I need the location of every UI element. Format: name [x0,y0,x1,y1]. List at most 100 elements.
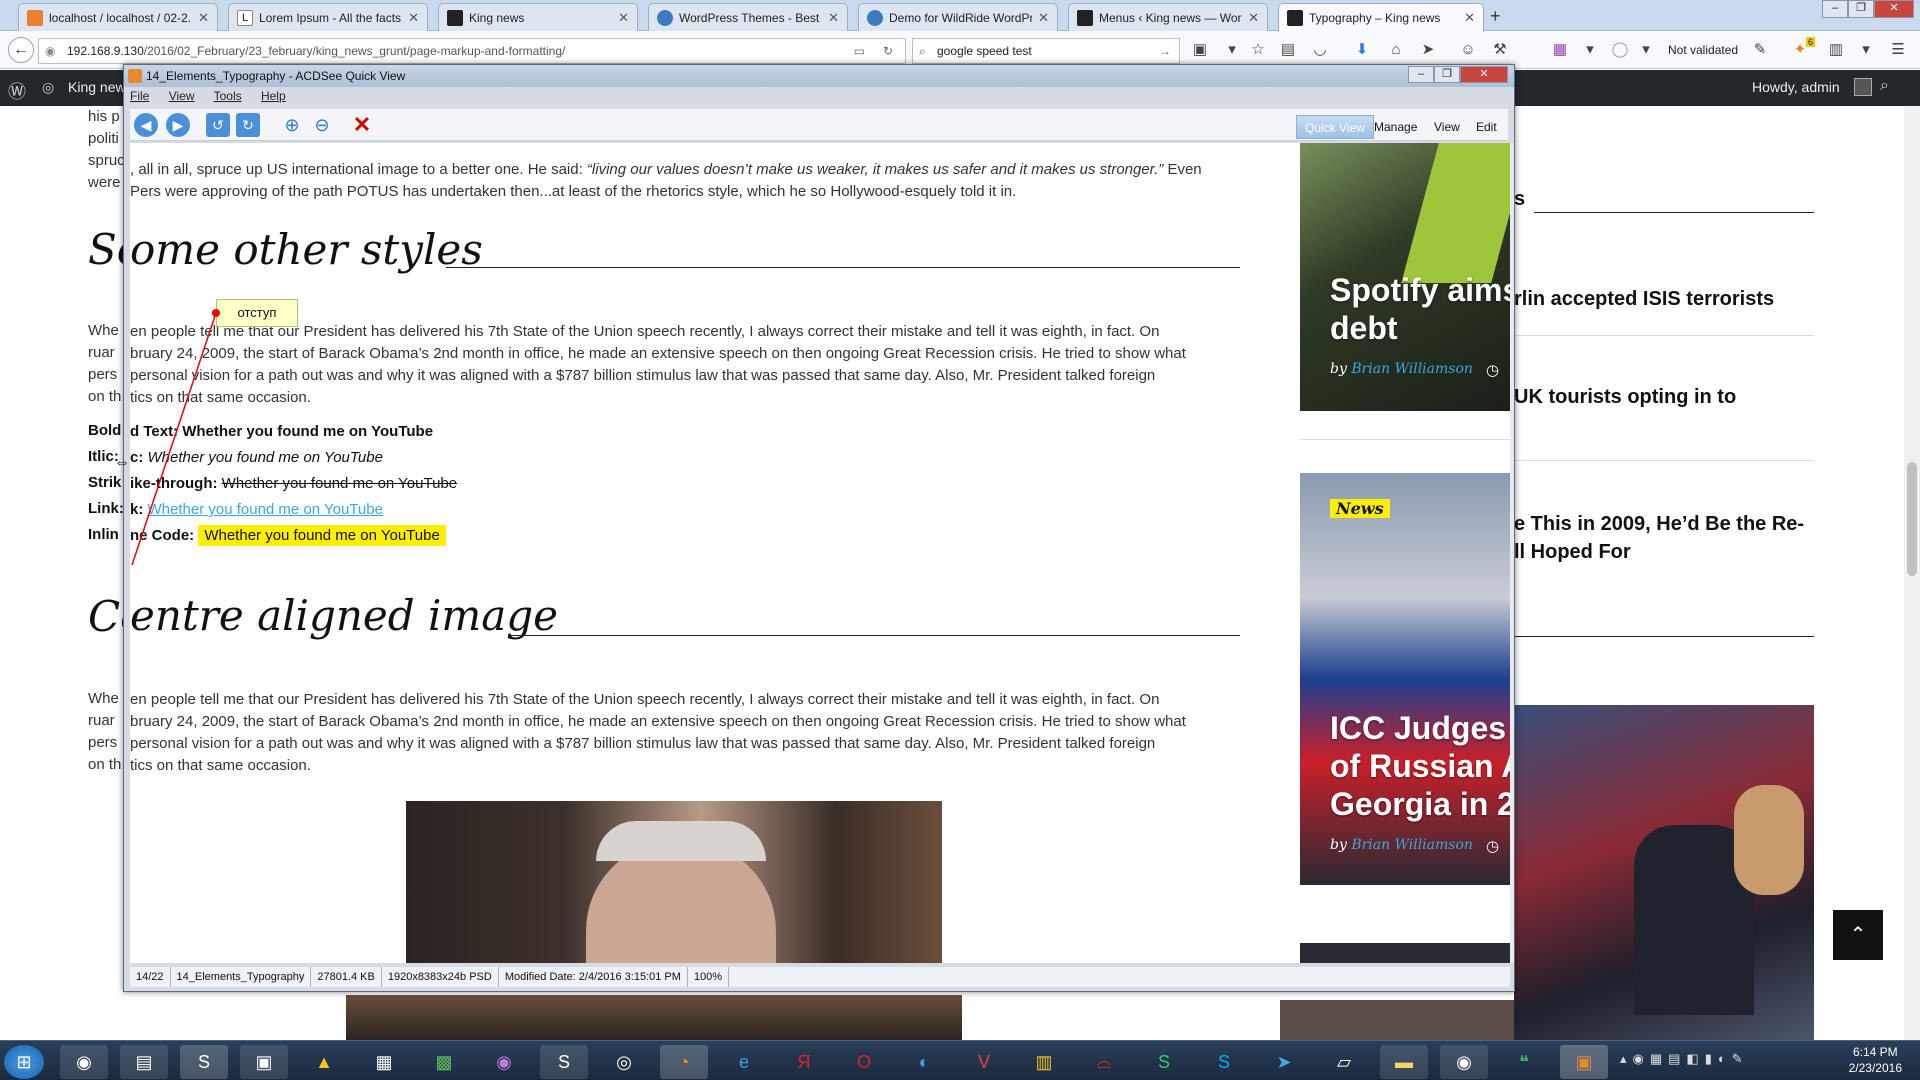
menu-help[interactable]: Help [261,89,286,103]
sublime-icon[interactable]: S [540,1045,588,1079]
app-icon[interactable]: ⌓ [1080,1045,1128,1079]
menu-view[interactable]: View [169,89,195,103]
send-icon[interactable]: ➤ [1418,40,1438,60]
dropdown-icon[interactable]: ▾ [1580,40,1600,60]
sidebar-item-title[interactable]: rlin accepted ISIS terrorists [1514,288,1774,311]
mode-quick-view[interactable]: Quick View [1296,115,1374,139]
browser-tab[interactable]: WordPress Themes - Best ... ✕ [648,3,848,31]
close-window-button[interactable]: ✕ [1460,66,1508,83]
sheet-app-icon[interactable]: ▩ [420,1045,468,1079]
browser-tab[interactable]: Menus ‹ King news — Wor... ✕ [1068,3,1268,31]
author-link[interactable]: Brian Williamson [1351,837,1473,853]
warning-app-icon[interactable]: ▲ [300,1045,348,1079]
minimize-icon[interactable]: – [1408,66,1434,83]
author-link[interactable]: Brian Williamson [1351,361,1473,377]
telegram-icon[interactable]: ➤ [1260,1045,1308,1079]
validator-icon[interactable]: ◯ [1610,40,1630,60]
rotate-right-icon[interactable]: ↻ [236,113,260,137]
clipboard-icon[interactable]: ▥ [1826,40,1846,60]
rotate-left-icon[interactable]: ↺ [206,113,230,137]
mode-manage[interactable]: Manage [1366,115,1425,139]
download-icon[interactable]: ⬇ [1352,40,1372,60]
bookmarks-list-icon[interactable]: ▤ [1278,40,1298,60]
restore-icon[interactable]: ❐ [1848,0,1874,18]
mode-edit[interactable]: Edit [1468,115,1505,139]
chrome-icon[interactable]: ◉ [1440,1045,1488,1079]
screenshot-icon[interactable]: ▣ [1190,40,1210,60]
sidebar-item-title[interactable]: UK tourists opting in to [1514,386,1736,409]
home-icon[interactable]: ⌂ [1386,40,1406,60]
search-go-icon[interactable]: → [1159,39,1171,63]
internet-explorer-icon[interactable]: e [720,1045,768,1079]
previous-icon[interactable]: ◀ [134,113,158,137]
minimize-icon[interactable]: – [1822,0,1848,18]
sidebar-photo[interactable] [1514,705,1814,1040]
chrome-icon[interactable]: ◉ [60,1045,108,1079]
zoom-out-icon[interactable]: ⊖ [310,113,334,137]
back-button[interactable]: ← [8,37,34,63]
browser-tab[interactable]: King news ✕ [438,3,638,31]
menu-tools[interactable]: Tools [214,89,242,103]
reader-view-icon[interactable]: ▭ [854,39,865,63]
notes-app-icon[interactable]: ▱ [1320,1045,1368,1079]
news-badge[interactable]: News [1330,499,1390,518]
new-tab-button[interactable]: + [1490,6,1501,27]
vivaldi-icon[interactable]: V [960,1045,1008,1079]
dropdown-icon[interactable]: ▾ [1856,40,1876,60]
bookmark-star-icon[interactable]: ☆ [1248,40,1268,60]
close-icon[interactable]: ✕ [828,10,839,26]
viewport-scrollbar[interactable] [1510,143,1514,963]
eye-app-icon[interactable]: ◎ [600,1045,648,1079]
start-button[interactable]: ⊞ [4,1045,44,1079]
validation-status[interactable]: Not validated [1668,43,1738,57]
restore-icon[interactable]: ❐ [1434,66,1460,83]
notepad-icon[interactable]: ▤ [120,1045,168,1079]
page-scrollbar[interactable] [1904,106,1920,1040]
scrollbar-thumb[interactable] [1907,462,1917,576]
pocket-icon[interactable]: ◡ [1310,40,1330,60]
search-icon[interactable]: ⌕ [1880,77,1889,95]
close-icon[interactable]: ✕ [618,10,629,26]
zoom-in-icon[interactable]: ⊕ [280,113,304,137]
acdsee-taskbar-icon[interactable]: ▣ [1560,1045,1608,1079]
edge-icon[interactable]: ◐ [900,1045,948,1079]
opera-icon[interactable]: O [840,1045,888,1079]
acdsee-image-viewport[interactable]: , all in all, spruce up US international… [130,143,1510,963]
acdsee-title-bar[interactable]: 14_Elements_Typography - ACDSee Quick Vi… [124,65,1514,87]
menu-file[interactable]: File [130,89,149,103]
news-card[interactable]: News ICC Judges S of Russian A Georgia i… [1300,473,1510,885]
system-tray[interactable]: ▴◉▦▤◧▮◐✎ [1620,1051,1749,1067]
skype-s-icon[interactable]: S [180,1045,228,1079]
reload-icon[interactable]: ↻ [883,39,893,63]
save-disk-icon[interactable]: ▣ [240,1045,288,1079]
hangouts-icon[interactable]: ❝ [1500,1045,1548,1079]
url-bar[interactable]: ◉ 192.168.9.130/2016/02_February/23_febr… [38,38,906,64]
back-to-top-button[interactable]: ⌃ [1833,910,1883,960]
close-icon[interactable]: ✕ [1038,10,1049,26]
close-icon[interactable]: ✕ [1248,10,1259,26]
apps-grid-icon[interactable]: ▦ [1550,40,1570,60]
file-explorer-icon[interactable]: ▬ [1380,1045,1428,1079]
chat-icon[interactable]: ☺ [1458,40,1478,60]
close-icon[interactable]: ✕ [1464,10,1475,26]
tools-icon[interactable]: ⚒ [1490,40,1510,60]
edit-icon[interactable]: ✎ [1750,40,1770,60]
browser-tab[interactable]: L Lorem Ipsum - All the facts... ✕ [228,3,428,31]
green-s-icon[interactable]: S [1140,1045,1188,1079]
browser-tab-active[interactable]: Typography – King news ✕ [1278,3,1484,32]
delete-icon[interactable]: ✕ [350,113,374,137]
calculator-icon[interactable]: ▦ [360,1045,408,1079]
browser-tab[interactable]: localhost / localhost / 02-2... ✕ [18,3,218,31]
howdy-user-menu[interactable]: Howdy, admin [1752,79,1840,95]
close-icon[interactable]: ✕ [408,10,419,26]
dropdown-icon[interactable]: ▾ [1222,40,1242,60]
menu-icon[interactable]: ☰ [1888,40,1908,60]
dropdown-icon[interactable]: ▾ [1636,40,1656,60]
close-icon[interactable]: ✕ [198,10,209,26]
sidebar-item-title[interactable]: e This in 2009, He’d Be the Re- ll Hoped… [1514,510,1804,566]
firefox-icon[interactable]: ◔ [660,1045,708,1079]
media-app-icon[interactable]: ◉ [480,1045,528,1079]
yandex-icon[interactable]: Я [780,1045,828,1079]
next-icon[interactable]: ▶ [166,113,190,137]
news-card[interactable]: Spotify aims debt by Brian Williamson ◷ [1300,143,1510,411]
